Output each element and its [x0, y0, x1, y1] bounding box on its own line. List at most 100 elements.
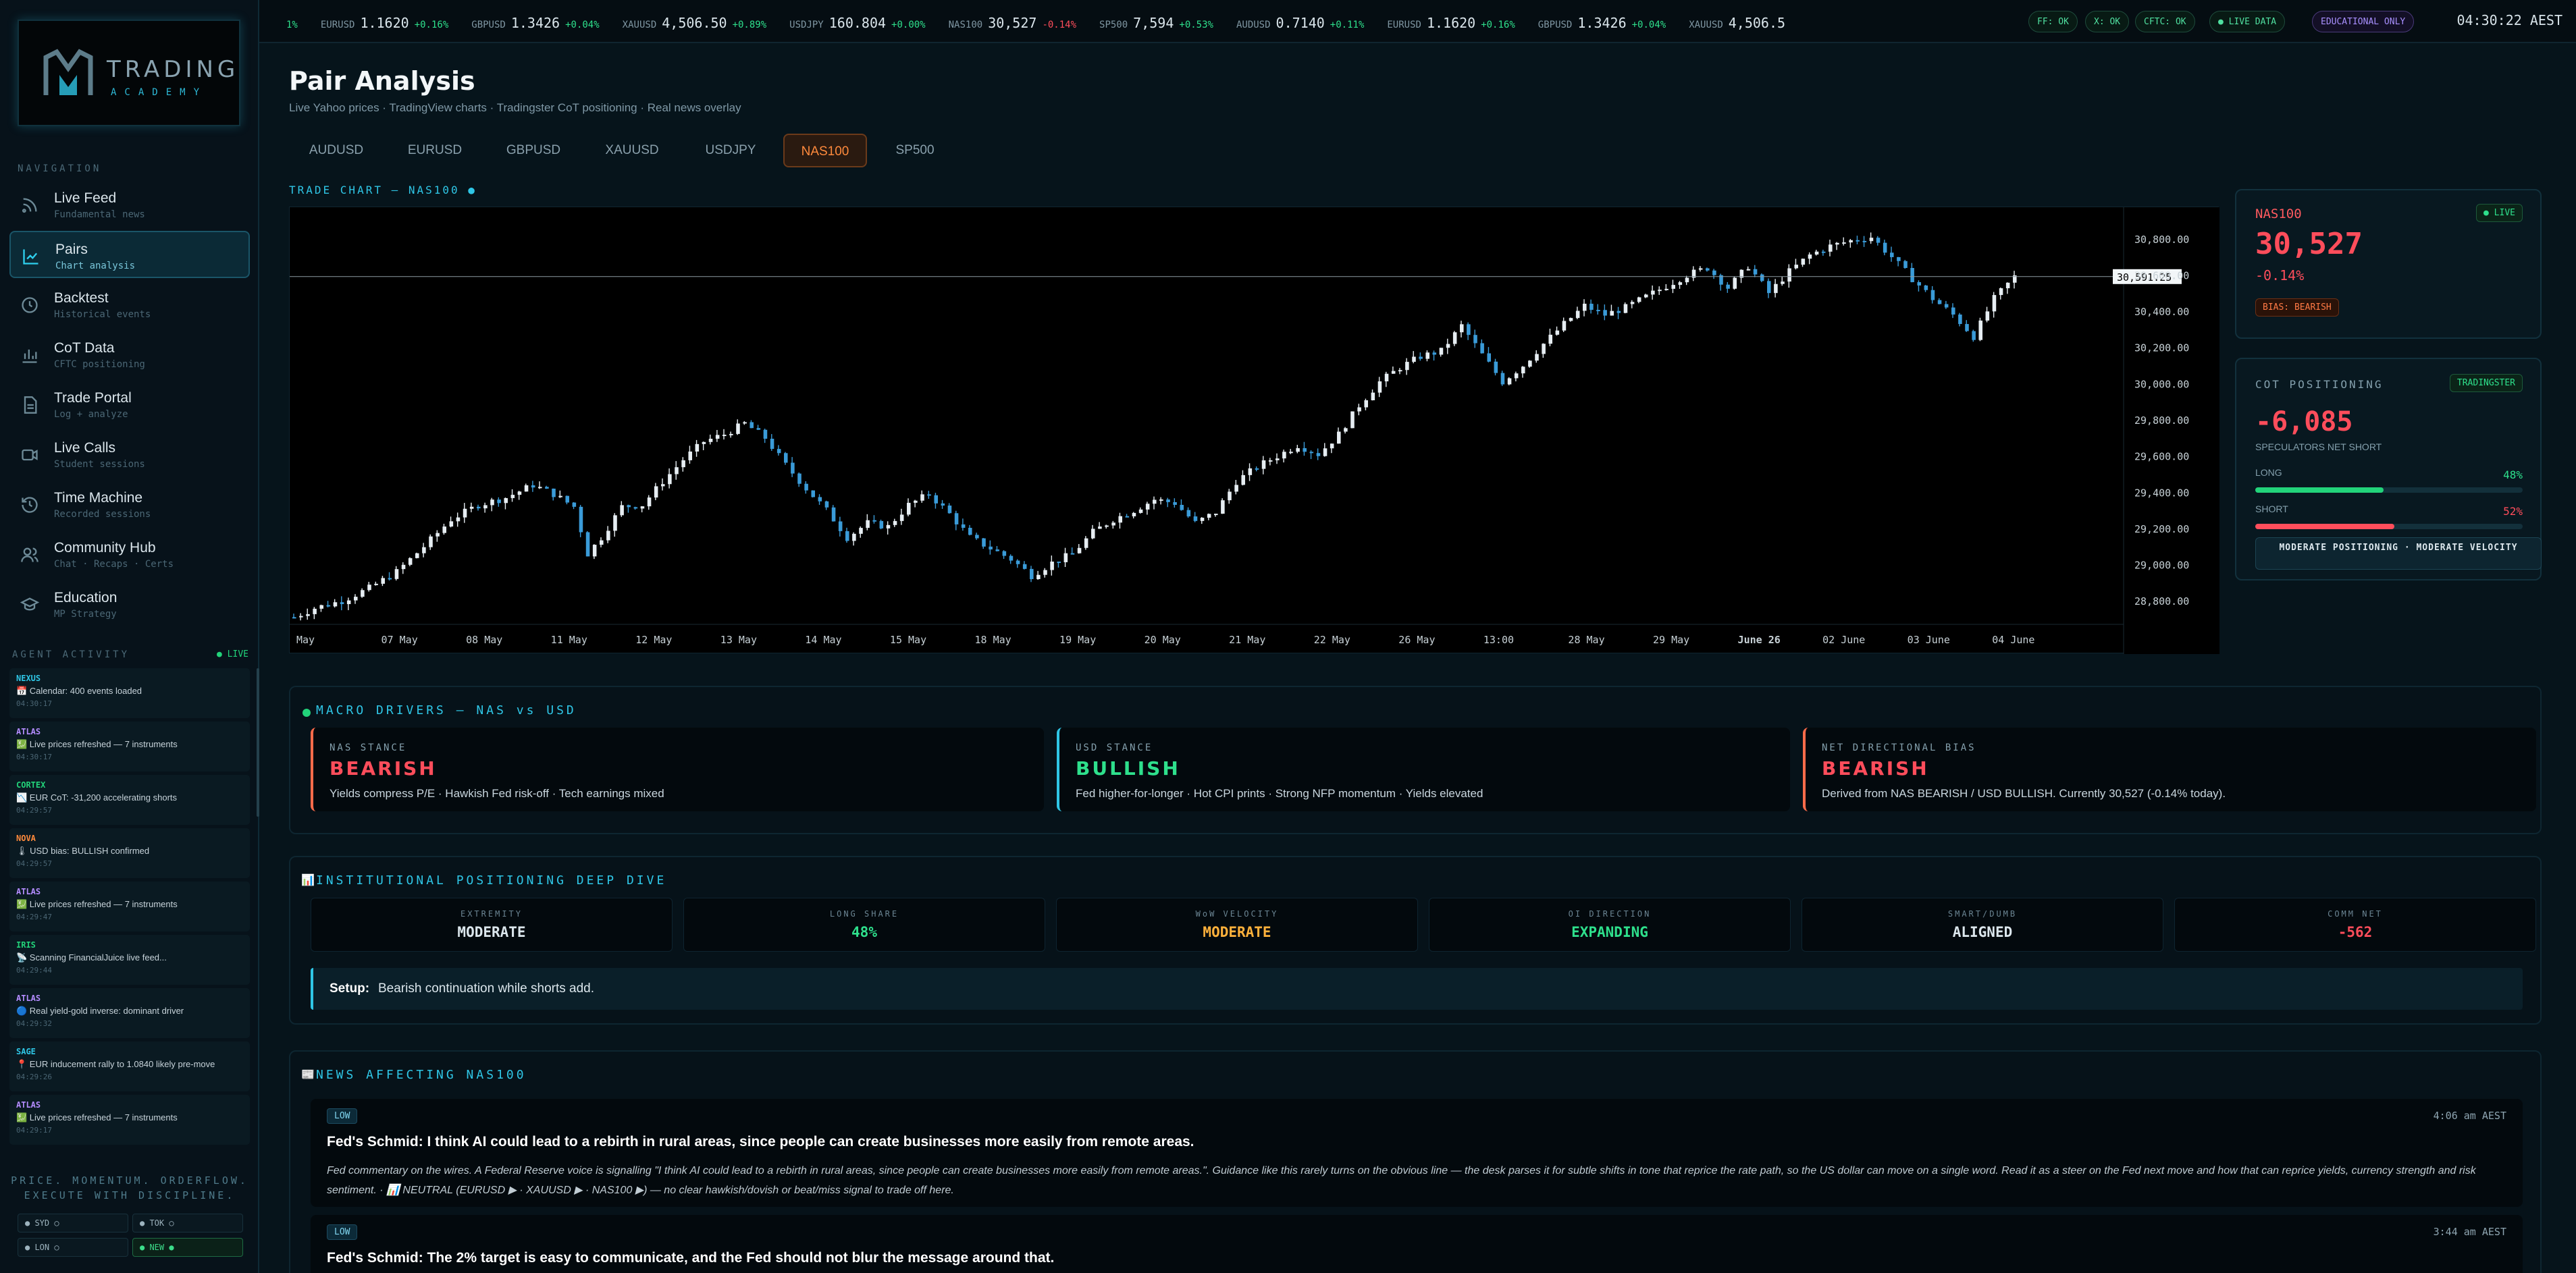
candle-body: [429, 536, 433, 547]
ticker-item[interactable]: SP500 7,594 +0.53%: [1099, 15, 1213, 31]
nav-item-live-feed[interactable]: Live Feed Fundamental news: [9, 181, 250, 228]
metric-long-share: LONG SHARE 48%: [683, 898, 1045, 952]
candlestick-chart[interactable]: 30,591.2530,800.0030,600.0030,400.0030,2…: [290, 207, 2219, 654]
ticker-item[interactable]: EURUSD 1.1620 +0.16%: [321, 15, 448, 31]
metric-comm-net: COMM NET -562: [2174, 898, 2536, 952]
ticker-item[interactable]: USDJPY 160.804 +0.00%: [789, 15, 925, 31]
candle-body: [1487, 353, 1492, 362]
metric-oi-direction: OI DIRECTION EXPANDING: [1429, 898, 1791, 952]
ticker-change: -0.14%: [1042, 20, 1077, 30]
market-session-sydney: ● SYD ○: [18, 1214, 128, 1233]
y-tick-label: 29,400.00: [2134, 487, 2189, 499]
tab-xauusd[interactable]: XAUUSD: [585, 134, 679, 167]
candle-body: [1159, 499, 1163, 501]
macro-title: MACRO DRIVERS — NAS vs USD: [316, 703, 577, 717]
ticker-item[interactable]: XAUUSD 4,506.5: [1689, 15, 1791, 31]
ticker-strip: 1% EURUSD 1.1620 +0.16% GBPUSD 1.3426 +0.04% XA…: [286, 15, 1814, 31]
candle-body: [579, 506, 583, 533]
candle-body: [1050, 562, 1054, 570]
agent-time: 04:29:44: [16, 966, 52, 975]
news-time: 4:06 am AEST: [2433, 1110, 2506, 1122]
candle-body: [306, 614, 310, 616]
candle-body: [1234, 485, 1238, 492]
agent-activity-item: ATLAS 🔵 Real yield-gold inverse: dominant…: [9, 988, 250, 1038]
y-tick-label: 28,800.00: [2134, 595, 2189, 607]
candle-body: [1105, 525, 1109, 527]
news-item[interactable]: LOW 4:06 am AEST Fed's Schmid: I think A…: [311, 1099, 2523, 1207]
ticker-change: +0.04%: [565, 20, 600, 30]
price-ticker: 1% EURUSD 1.1620 +0.16% GBPUSD 1.3426 +0.04% XA…: [259, 0, 2576, 43]
ticker-item[interactable]: EURUSD 1.1620 +0.16%: [1387, 15, 1515, 31]
nav-item-community-hub[interactable]: Community Hub Chat · Recaps · Certs: [9, 531, 250, 578]
ticker-change: +0.16%: [414, 20, 449, 30]
ticker-item[interactable]: XAUUSD 4,506.50 +0.89%: [623, 15, 766, 31]
candle-body: [675, 467, 679, 475]
ticker-item[interactable]: AUDUSD 0.7140 +0.11%: [1236, 15, 1364, 31]
candle-body: [995, 549, 1000, 551]
candle-body: [524, 485, 529, 492]
candle-body: [1357, 407, 1361, 412]
ticker-price: 4,506.5: [1728, 15, 1786, 31]
document-icon: [24, 396, 37, 414]
metric-value: MODERATE: [1203, 924, 1271, 940]
tab-usdjpy[interactable]: USDJPY: [683, 134, 778, 167]
candle-body: [558, 495, 562, 497]
bias-badge: BIAS: BEARISH: [2255, 298, 2339, 317]
ticker-change: +0.16%: [1481, 20, 1515, 30]
nav-item-education[interactable]: Education MP Strategy: [9, 580, 250, 628]
agent-activity-item: CORTEX 📉 EUR CoT: -31,200 accelerating sh…: [9, 775, 250, 825]
candle-body: [947, 506, 952, 514]
candle-body: [954, 513, 959, 524]
tab-sp500[interactable]: SP500: [871, 134, 959, 167]
candle-body: [1856, 240, 1860, 242]
candle-body: [1637, 297, 1641, 302]
x-tick-label: 04 June: [1992, 634, 2034, 646]
candle-body: [1193, 516, 1198, 521]
agent-list-scrollbar[interactable]: [257, 668, 259, 817]
setup-callout: Setup: Bearish continuation while shorts…: [311, 968, 2523, 1010]
nav-item-pairs[interactable]: Pairs Chart analysis: [9, 231, 250, 278]
nav-item-time-machine[interactable]: Time Machine Recorded sessions: [9, 481, 250, 528]
nav-item-trade-portal[interactable]: Trade Portal Log + analyze: [9, 381, 250, 428]
x-tick-label: 03 June: [1908, 634, 1950, 646]
tab-eurusd[interactable]: EURUSD: [388, 134, 482, 167]
short-bar-fill: [2255, 524, 2394, 529]
candle-body: [449, 521, 454, 527]
ticker-change: +0.89%: [732, 20, 767, 30]
agent-message: 💹 Live prices refreshed — 7 instruments: [16, 1112, 178, 1122]
brand-logo[interactable]: TRADING ACADEMY: [18, 20, 240, 126]
tab-gbpusd[interactable]: GBPUSD: [486, 134, 581, 167]
tab-audusd[interactable]: AUDUSD: [289, 134, 384, 167]
candle-body: [1425, 352, 1430, 359]
nav-sub: MP Strategy: [54, 609, 117, 620]
news-body: Fed commentary on the wires. A Federal R…: [327, 1165, 2476, 1196]
ticker-item[interactable]: GBPUSD 1.3426 +0.04%: [1538, 15, 1666, 31]
candle-body: [627, 505, 631, 508]
ticker-item[interactable]: GBPUSD 1.3426 +0.04%: [471, 15, 599, 31]
x-tick-label: 02 June: [1822, 634, 1865, 646]
ticker-change: +0.00%: [891, 20, 926, 30]
candle-body: [401, 564, 406, 570]
candle-body: [1276, 458, 1280, 460]
nav-item-live-calls[interactable]: Live Calls Student sessions: [9, 431, 250, 478]
mp-logo-icon: [43, 49, 93, 95]
candle-body: [654, 486, 658, 498]
nav-item-backtest[interactable]: Backtest Historical events: [9, 281, 250, 328]
trade-chart[interactable]: 30,591.25 30,800.00 30,600.00 30,400.00 30,2…: [289, 207, 2219, 654]
candle-body: [1261, 460, 1266, 469]
candle-body: [1821, 251, 1826, 253]
ticker-price: 7,594: [1133, 15, 1174, 31]
candle-body: [1616, 310, 1621, 313]
candle-body: [1842, 242, 1846, 244]
nav-item-cot-data[interactable]: CoT Data CFTC positioning: [9, 331, 250, 378]
candle-body: [1228, 491, 1232, 501]
news-item[interactable]: LOW 3:44 am AEST Fed's Schmid: The 2% ta…: [311, 1215, 2523, 1273]
short-bar-track: [2255, 524, 2523, 529]
tab-nas100[interactable]: NAS100: [783, 134, 867, 167]
candle-body: [517, 491, 522, 495]
agent-time: 04:29:57: [16, 806, 52, 815]
ticker-item[interactable]: NAS100 30,527 -0.14%: [949, 15, 1076, 31]
agent-activity-list[interactable]: NEXUS 📅 Calendar: 400 events loaded 04:30:…: [9, 668, 250, 1153]
impact-badge: LOW: [327, 1224, 358, 1240]
news-section: 📰 NEWS AFFECTING NAS100 LOW 4:06 am AEST…: [289, 1050, 2542, 1273]
